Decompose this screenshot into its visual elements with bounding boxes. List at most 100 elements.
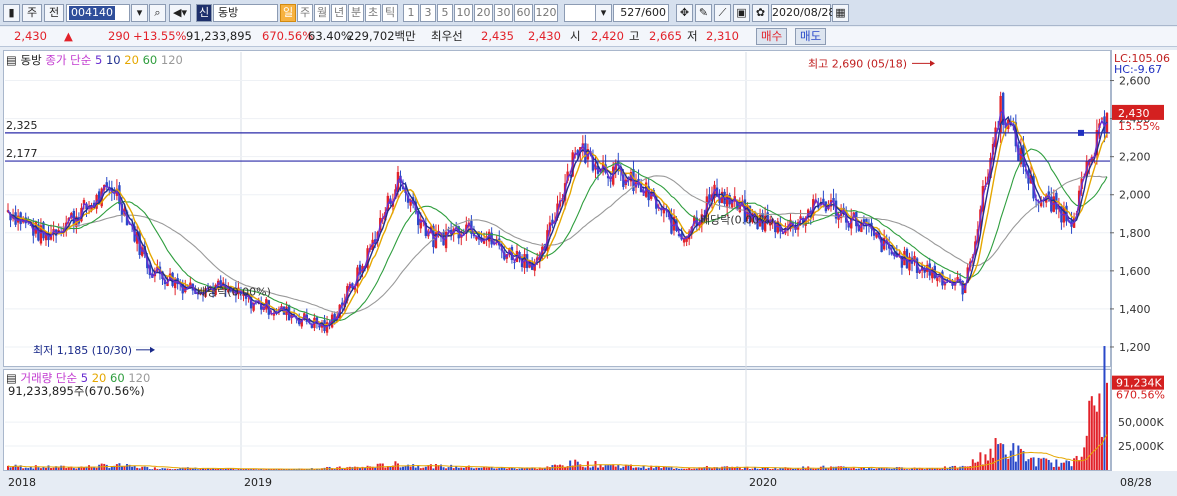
- volume-tag-percent: 670.56%: [1116, 389, 1165, 402]
- volume-bar: [115, 464, 118, 470]
- volume-bar: [95, 467, 98, 470]
- volume-bar: [855, 468, 858, 470]
- volume-bar: [594, 461, 597, 470]
- volume-bar: [911, 468, 914, 470]
- volume-bar: [1030, 457, 1033, 470]
- volume-bar: [153, 467, 156, 470]
- dividend-annotation-1: 배당락(0.00%): [197, 286, 271, 299]
- volume-bar: [34, 465, 37, 470]
- volume-bar: [488, 467, 491, 470]
- volume-bar: [1024, 461, 1027, 470]
- volume-bar: [933, 468, 936, 470]
- volume-bar: [295, 469, 298, 471]
- volume-bar: [667, 467, 670, 470]
- volume-bar: [1037, 457, 1040, 470]
- volume-bar: [148, 469, 151, 470]
- volume-bar: [1080, 456, 1083, 470]
- volume-tick-label-25,000K: 25,000K: [1118, 440, 1164, 453]
- volume-bar: [1095, 411, 1098, 470]
- volume-bar: [1083, 447, 1086, 470]
- volume-bar: [946, 468, 949, 470]
- volume-bar: [923, 469, 926, 470]
- volume-bar: [485, 467, 488, 470]
- volume-bar: [905, 469, 908, 470]
- volume-bar: [1090, 396, 1093, 470]
- volume-bar: [1022, 451, 1025, 470]
- volume-bar: [164, 468, 166, 470]
- volume-bar: [9, 467, 12, 470]
- volume-bar: [997, 444, 1000, 470]
- volume-bar: [356, 466, 359, 470]
- volume-bar: [255, 469, 258, 470]
- volume-bar: [136, 467, 139, 470]
- volume-bar: [883, 468, 886, 470]
- volume-bar: [450, 464, 453, 470]
- volume-bar: [971, 459, 974, 470]
- volume-bar: [1040, 458, 1043, 470]
- volume-bar: [840, 466, 843, 470]
- volume-bar: [908, 469, 911, 470]
- volume-bar: [470, 467, 473, 470]
- volume-bar: [1002, 444, 1005, 470]
- volume-bar: [434, 464, 437, 470]
- volume-bar: [632, 467, 635, 470]
- volume-bar: [146, 467, 149, 470]
- volume-bar: [126, 464, 129, 470]
- volume-bar: [589, 467, 592, 470]
- y-tick-label-1800: 1,800: [1119, 227, 1151, 240]
- volume-bar: [799, 469, 802, 470]
- volume-bar: [22, 468, 25, 470]
- volume-bar: [222, 469, 225, 470]
- volume-bar: [903, 468, 906, 470]
- volume-bar: [1055, 459, 1058, 470]
- volume-bar: [966, 466, 969, 470]
- volume-bar: [171, 469, 174, 470]
- volume-bar: [138, 468, 141, 470]
- volume-bar: [199, 468, 202, 470]
- volume-bar: [1103, 346, 1106, 470]
- volume-bar: [695, 468, 698, 470]
- volume-bar: [1050, 462, 1053, 470]
- volume-bar: [82, 467, 85, 470]
- volume-bar: [404, 465, 407, 470]
- volume-bar: [847, 468, 850, 470]
- volume-bar: [857, 468, 860, 470]
- volume-bar: [536, 469, 539, 470]
- volume-bar: [1093, 405, 1096, 470]
- volume-bar: [1009, 450, 1012, 470]
- ma10-line: [7, 115, 1108, 327]
- volume-bar: [888, 468, 891, 470]
- volume-bar: [584, 467, 587, 470]
- volume-bar: [179, 468, 182, 470]
- volume-bar: [498, 468, 501, 470]
- price-tag-value: 2,430: [1118, 107, 1150, 120]
- current-marker: [1078, 129, 1084, 136]
- volume-bar: [60, 465, 63, 470]
- volume-bar: [515, 469, 518, 470]
- volume-bar: [257, 469, 260, 470]
- volume-bar: [141, 466, 144, 470]
- volume-bar: [1088, 400, 1091, 470]
- volume-bar: [1078, 460, 1081, 470]
- volume-bar: [693, 468, 696, 470]
- volume-bar: [196, 469, 199, 470]
- volume-bar: [999, 443, 1002, 470]
- volume-bar: [771, 468, 774, 470]
- volume-bar: [710, 468, 713, 470]
- volume-bar: [657, 466, 660, 470]
- ma60-line: [7, 148, 1108, 322]
- volume-bar: [65, 468, 68, 470]
- y-tick-label-2000: 2,000: [1119, 189, 1151, 202]
- volume-bar: [1060, 462, 1063, 470]
- x-axis-label-2019: 2019: [244, 476, 272, 489]
- horizontal-line-label-2,325: 2,325: [6, 119, 38, 132]
- volume-bar: [75, 468, 78, 470]
- volume-bar: [174, 469, 177, 470]
- volume-bar: [1065, 460, 1068, 470]
- volume-bar: [685, 468, 688, 470]
- volume-bar: [604, 465, 607, 470]
- y-tick-label-2600: 2,600: [1119, 75, 1151, 88]
- volume-bar: [67, 467, 70, 470]
- volume-bar: [647, 467, 650, 470]
- volume-tick-label-50,000K: 50,000K: [1118, 416, 1164, 429]
